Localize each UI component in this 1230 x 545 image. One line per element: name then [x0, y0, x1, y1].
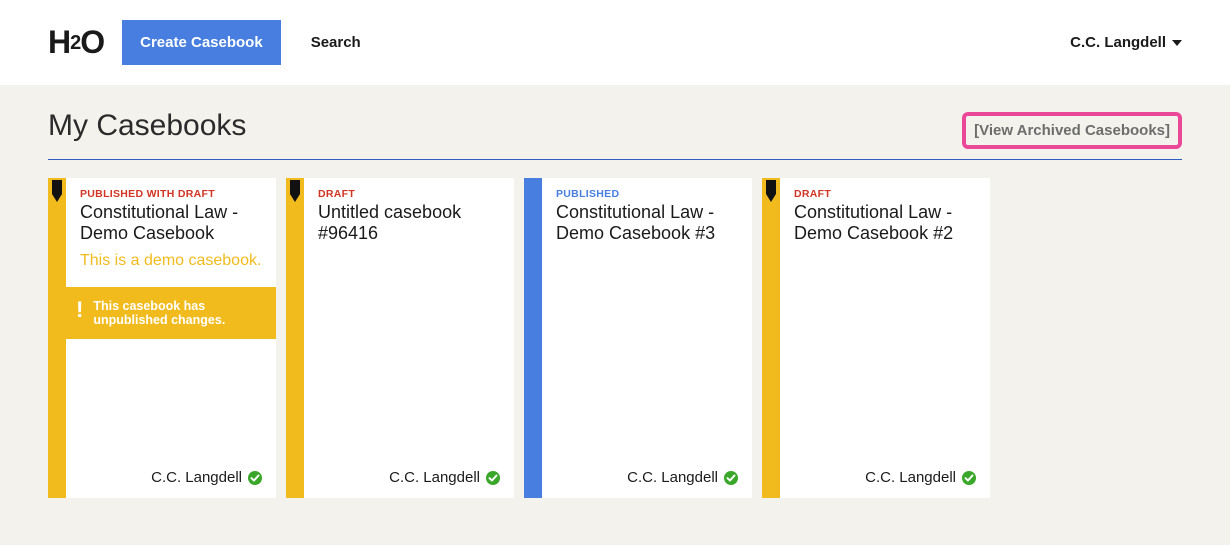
user-menu[interactable]: C.C. Langdell	[1070, 34, 1182, 51]
casebook-card[interactable]: PUBLISHED Constitutional Law - Demo Caseb…	[524, 178, 752, 498]
heading-rule	[48, 159, 1182, 160]
create-casebook-button[interactable]: Create Casebook	[122, 20, 281, 65]
card-main: ! This casebook has unpublished changes.	[66, 277, 276, 459]
card-top: DRAFT Constitutional Law - Demo Casebook …	[780, 178, 990, 250]
logo[interactable]: H2O	[48, 24, 104, 61]
card-status-label: PUBLISHED WITH DRAFT	[80, 188, 262, 200]
card-author: C.C. Langdell	[151, 469, 242, 486]
heading-row: My Casebooks [View Archived Casebooks]	[48, 109, 1182, 149]
card-content: DRAFT Untitled casebook #96416 C.C. Langde…	[304, 178, 514, 498]
card-strip	[762, 178, 780, 498]
header-left: H2O Create Casebook Search	[48, 20, 361, 65]
card-main	[304, 250, 514, 459]
card-content: PUBLISHED Constitutional Law - Demo Caseb…	[542, 178, 752, 498]
pencil-icon	[288, 180, 302, 204]
card-status-label: PUBLISHED	[556, 188, 738, 200]
verified-badge-icon	[724, 471, 738, 485]
page-title: My Casebooks	[48, 109, 246, 143]
card-main	[542, 250, 752, 459]
card-top: DRAFT Untitled casebook #96416	[304, 178, 514, 250]
main: My Casebooks [View Archived Casebooks] P…	[0, 85, 1230, 545]
user-name: C.C. Langdell	[1070, 34, 1166, 51]
search-link[interactable]: Search	[311, 34, 361, 51]
unpublished-changes-alert: ! This casebook has unpublished changes.	[66, 287, 276, 339]
card-title: Constitutional Law - Demo Casebook #3	[556, 202, 738, 244]
card-footer: C.C. Langdell	[304, 459, 514, 498]
verified-badge-icon	[962, 471, 976, 485]
card-content: PUBLISHED WITH DRAFT Constitutional Law -…	[66, 178, 276, 498]
verified-badge-icon	[248, 471, 262, 485]
alert-text: This casebook has unpublished changes.	[93, 299, 262, 327]
card-strip	[286, 178, 304, 498]
casebook-card[interactable]: DRAFT Constitutional Law - Demo Casebook …	[762, 178, 990, 498]
logo-2: 2	[70, 32, 80, 54]
card-main	[780, 250, 990, 459]
chevron-down-icon	[1172, 40, 1182, 46]
card-footer: C.C. Langdell	[66, 459, 276, 498]
card-content: DRAFT Constitutional Law - Demo Casebook …	[780, 178, 990, 498]
card-author: C.C. Langdell	[389, 469, 480, 486]
view-archived-casebooks-link[interactable]: [View Archived Casebooks]	[962, 112, 1182, 149]
header: H2O Create Casebook Search C.C. Langdell	[0, 0, 1230, 85]
card-description: This is a demo casebook.	[80, 252, 262, 270]
card-status-label: DRAFT	[794, 188, 976, 200]
card-footer: C.C. Langdell	[542, 459, 752, 498]
card-strip	[48, 178, 66, 498]
logo-h: H	[48, 24, 70, 60]
casebook-card[interactable]: PUBLISHED WITH DRAFT Constitutional Law -…	[48, 178, 276, 498]
card-title: Constitutional Law - Demo Casebook	[80, 202, 262, 244]
card-status-label: DRAFT	[318, 188, 500, 200]
card-strip	[524, 178, 542, 498]
card-top: PUBLISHED WITH DRAFT Constitutional Law -…	[66, 178, 276, 277]
pencil-icon	[764, 180, 778, 204]
pencil-icon	[50, 180, 64, 204]
card-title: Constitutional Law - Demo Casebook #2	[794, 202, 976, 244]
card-title: Untitled casebook #96416	[318, 202, 500, 244]
casebook-card[interactable]: DRAFT Untitled casebook #96416 C.C. Langde…	[286, 178, 514, 498]
verified-badge-icon	[486, 471, 500, 485]
casebook-grid: PUBLISHED WITH DRAFT Constitutional Law -…	[48, 178, 1182, 498]
alert-icon: !	[76, 299, 83, 321]
card-author: C.C. Langdell	[865, 469, 956, 486]
logo-o: O	[80, 24, 104, 60]
card-top: PUBLISHED Constitutional Law - Demo Caseb…	[542, 178, 752, 250]
card-footer: C.C. Langdell	[780, 459, 990, 498]
card-author: C.C. Langdell	[627, 469, 718, 486]
